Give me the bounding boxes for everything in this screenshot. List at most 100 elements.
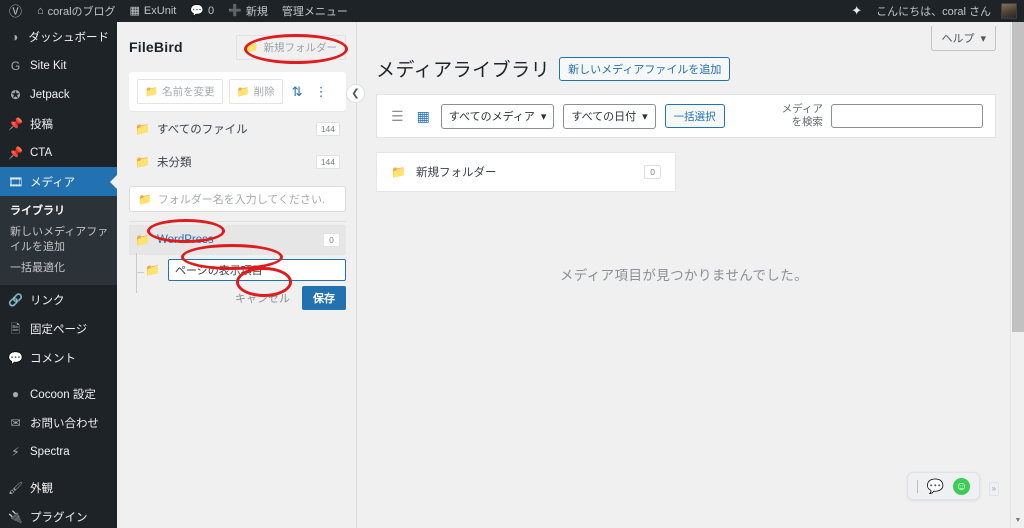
scroll-down-arrow[interactable]: ▼: [1011, 514, 1024, 528]
sidebar-item-posts[interactable]: 📌 投稿: [0, 109, 117, 138]
sidebar-item-site-kit[interactable]: G Site Kit: [0, 51, 117, 80]
help-toggle-button[interactable]: ヘルプ ▾: [931, 26, 996, 51]
sparkle-icon: ✦: [851, 3, 863, 18]
chat-widget[interactable]: 💬 ☺: [906, 472, 980, 500]
sidebar-item-contact[interactable]: ✉ お問い合わせ: [0, 408, 117, 437]
list-view-icon[interactable]: ☰: [389, 107, 406, 125]
sidebar-item-cta[interactable]: 📌 CTA: [0, 138, 117, 167]
sidebar-item-media[interactable]: 🎞 メディア: [0, 167, 117, 196]
folder-x-icon: 📁: [236, 86, 250, 98]
add-new-media-button[interactable]: 新しいメディアファイルを追加: [559, 56, 731, 81]
grid-view-icon[interactable]: ▦: [415, 107, 432, 125]
empty-state-message: メディア項目が見つかりませんでした。: [559, 268, 809, 283]
folder-row-wordpress[interactable]: 📁 WordPress 0: [129, 225, 346, 255]
folder-home-icon: 📁: [135, 122, 150, 136]
admin-menu-label: 管理メニュー: [281, 6, 348, 18]
smiley-face-icon[interactable]: ☺: [953, 477, 970, 495]
sidebar-item-label: お問い合わせ: [30, 417, 99, 430]
divider: [129, 221, 346, 222]
folder-count: 144: [315, 122, 340, 136]
vertical-dots-icon[interactable]: ⋮: [312, 83, 331, 100]
save-button[interactable]: 保存: [302, 286, 346, 310]
comment-count: 0: [208, 5, 215, 17]
submenu-item-bulk-optimize[interactable]: 一括最適化: [0, 258, 117, 279]
submenu-item-library[interactable]: ライブラリ: [0, 201, 117, 222]
folder-icon: 📁: [145, 263, 160, 277]
exunit-button[interactable]: ▦ ExUnit: [123, 0, 184, 22]
sidebar-item-label: メディア: [30, 176, 76, 189]
collapse-panel-button[interactable]: ❮: [346, 84, 365, 103]
sidebar-item-jetpack[interactable]: ✪ Jetpack: [0, 80, 117, 109]
media-type-filter[interactable]: すべてのメディア ▾: [440, 103, 555, 129]
scrollbar-thumb[interactable]: [1012, 22, 1024, 332]
sort-icon[interactable]: ⇅: [289, 83, 306, 100]
folder-card-new-folder[interactable]: 📁 新規フォルダー 0: [376, 152, 676, 192]
folder-name-input[interactable]: ページの表示項目: [167, 259, 346, 281]
submenu-item-add-new[interactable]: 新しいメディアファイルを追加: [0, 222, 117, 258]
folder-row-all-files[interactable]: 📁 すべてのファイル 144: [129, 114, 346, 144]
wp-logo-button[interactable]: Ⓥ: [0, 0, 30, 22]
date-filter[interactable]: すべての日付 ▾: [563, 103, 656, 129]
folder-plus-icon: 📁: [245, 41, 259, 54]
filebird-header: FileBird 📁 新規フォルダー: [129, 34, 346, 60]
link-icon: 🔗: [8, 292, 23, 307]
exunit-label: ExUnit: [143, 5, 177, 17]
folder-clock-icon: 📁: [135, 155, 150, 169]
new-content-button[interactable]: ➕ 新規: [221, 0, 275, 22]
screen: Ⓥ ⌂ coralのブログ ▦ ExUnit 💬 0 ➕ 新規 管理メニュー ✦…: [0, 0, 1024, 528]
my-account-button[interactable]: こんにちは、coral さん: [869, 0, 1024, 22]
spectra-icon: ⚡: [11, 444, 20, 459]
folder-row-uncategorized[interactable]: 📁 未分類 144: [129, 147, 346, 177]
bulk-select-button[interactable]: 一括選択: [664, 104, 725, 128]
page-title: メディアライブラリ: [376, 60, 551, 81]
chevron-down-icon: ▾: [980, 32, 986, 45]
filebird-panel: FileBird 📁 新規フォルダー 📁 名前を変更 📁 削除 ⇅ ⋮ ❮ 📁 …: [117, 22, 365, 528]
media-type-filter-label: すべてのメディア: [448, 111, 535, 123]
media-toolbar: ☰ ▦ すべてのメディア ▾ すべての日付 ▾ 一括選択 メディア を検索: [376, 94, 996, 138]
folder-search-input[interactable]: 📁 フォルダー名を入力してください.: [129, 186, 346, 212]
new-folder-button[interactable]: 📁 新規フォルダー: [236, 34, 346, 60]
folder-pencil-icon: 📁: [145, 86, 159, 98]
cancel-button[interactable]: キャンセル: [229, 287, 296, 309]
page-icon: 🗎: [10, 321, 21, 336]
plus-icon: ➕: [228, 4, 242, 17]
google-site-kit-icon: G: [10, 58, 21, 73]
admin-sidebar-menu: ◑ ダッシュボード G Site Kit ✪ Jetpack 📌 投稿 📌 CT…: [0, 22, 117, 528]
sidebar-item-links[interactable]: 🔗 リンク: [0, 285, 117, 314]
delete-folder-button[interactable]: 📁 削除: [228, 79, 283, 104]
sidebar-item-label: プラグイン: [30, 511, 88, 524]
folder-star-icon: 📁: [135, 233, 150, 247]
media-search-group: メディア を検索: [782, 103, 983, 129]
folder-label: 未分類: [156, 157, 192, 169]
rename-label: 名前を変更: [162, 86, 215, 98]
delete-label: 削除: [253, 86, 275, 98]
sidebar-item-appearance[interactable]: 🖌 外観: [0, 473, 117, 502]
folder-card-count: 0: [644, 165, 661, 179]
media-search-input[interactable]: [831, 104, 983, 128]
folder-label: すべてのファイル: [156, 124, 248, 136]
sidebar-item-comments[interactable]: 💬 コメント: [0, 343, 117, 372]
admin-menu-button[interactable]: 管理メニュー: [275, 0, 355, 22]
page-scrollbar[interactable]: ▲ ▼: [1010, 22, 1024, 528]
comments-button[interactable]: 💬 0: [183, 0, 221, 22]
sidebar-item-spectra[interactable]: ⚡ Spectra: [0, 437, 117, 466]
sidebar-item-plugins[interactable]: 🔌 プラグイン: [0, 502, 117, 528]
site-name-button[interactable]: ⌂ coralのブログ: [30, 0, 123, 22]
chat-bubble-icon[interactable]: 💬: [927, 479, 944, 493]
sidebar-item-label: コメント: [30, 352, 76, 365]
folder-label: WordPress: [156, 234, 214, 246]
rename-folder-button[interactable]: 📁 名前を変更: [137, 79, 223, 104]
main-content: ヘルプ ▾ メディアライブラリ 新しいメディアファイルを追加 ☰ ▦ すべてのメ…: [358, 22, 1010, 528]
expand-icon[interactable]: »: [988, 482, 999, 496]
sidebar-item-dashboard[interactable]: ◑ ダッシュボード: [0, 22, 117, 51]
chevron-down-icon: ▾: [642, 110, 648, 123]
comment-bubble-icon: 💬: [190, 4, 205, 17]
sidebar-item-cocoon-settings[interactable]: ● Cocoon 設定: [0, 379, 117, 408]
comment-icon: 💬: [8, 350, 23, 365]
avatar: [1001, 3, 1017, 19]
sparkle-button[interactable]: ✦: [844, 0, 869, 22]
page-header: メディアライブラリ 新しいメディアファイルを追加: [358, 51, 1010, 82]
help-wrapper: ヘルプ ▾: [358, 22, 1010, 51]
sidebar-item-label: Jetpack: [30, 88, 70, 101]
sidebar-item-pages[interactable]: 🗎 固定ページ: [0, 314, 117, 343]
